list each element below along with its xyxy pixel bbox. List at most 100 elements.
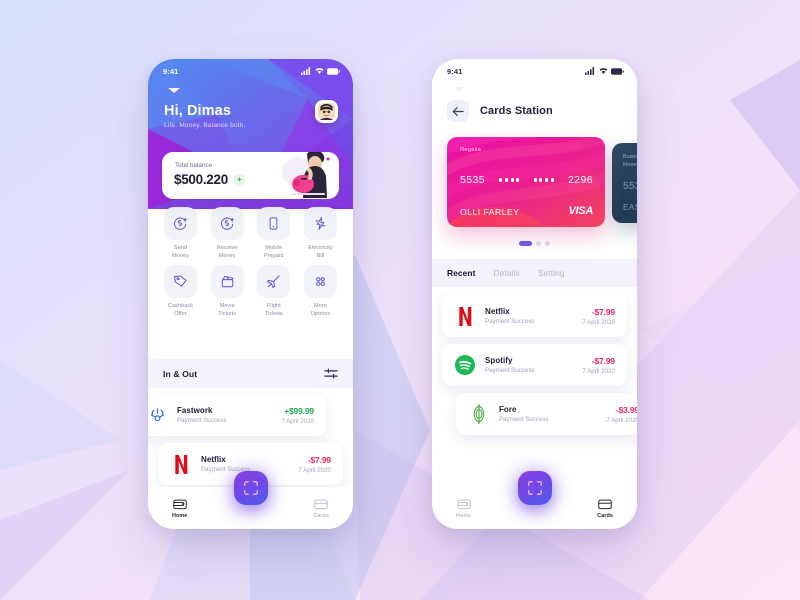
spotify-icon (454, 354, 476, 376)
pagination-dot[interactable] (536, 241, 541, 246)
pagination-dot-active[interactable] (519, 241, 532, 246)
greeting-title: Hi, Dimas (164, 103, 231, 119)
quick-action-receive-money[interactable]: Receive Money (207, 207, 248, 260)
transaction-name: Netflix (201, 455, 226, 464)
cashback-offer-icon (164, 265, 197, 299)
phone-home-screen: 9:41 Hi, Dimas Life. Money. Balance both… (148, 59, 353, 529)
quick-action-flight-tickets[interactable]: Flight Tickets (253, 265, 294, 318)
quick-action-label: Flight Tickets (264, 303, 283, 318)
nav-item-cards[interactable]: Cards (597, 498, 613, 519)
wifi-icon (599, 68, 608, 74)
quick-action-movie-tickets[interactable]: Movie Tickets (207, 265, 248, 318)
transaction-date: 7 April 2020 (281, 417, 314, 425)
wallet-icon (456, 499, 471, 509)
status-time: 9:41 (447, 66, 463, 76)
quick-action-cashback-offer[interactable]: Cashback Offer (160, 265, 201, 318)
in-and-out-section-header: In & Out (148, 359, 353, 388)
piggy-bank-illustration (282, 152, 330, 198)
credit-card-secondary[interactable]: BusinessMoneyBack 5535 EASTON (612, 143, 637, 223)
mobile-prepaid-icon (257, 207, 291, 240)
transaction-status: Payment Success (485, 367, 535, 374)
quick-action-send-money[interactable]: Send Money (160, 207, 201, 260)
battery-icon (611, 67, 624, 75)
table-row[interactable]: Fore Payment Success -$3.99 7 April 2020 (456, 393, 637, 435)
status-bar: 9:41 (148, 59, 353, 79)
background-decoration (0, 0, 800, 600)
quick-actions-row-2: Cashback Offer Movie Tickets Flight Tick… (160, 265, 341, 318)
cards-page-header: Cards Station (447, 100, 553, 122)
table-row[interactable]: Fastwork Payment Success +$99.99 7 April… (148, 394, 326, 436)
card-icon (314, 499, 328, 509)
transaction-status: Payment Success (499, 416, 549, 423)
scan-fab-button[interactable] (233, 471, 268, 505)
card-holder: OLLI FARLEY (460, 207, 520, 217)
nav-item-home[interactable]: Home (456, 498, 471, 519)
pagination-dot[interactable] (545, 241, 550, 246)
quick-action-more-options[interactable]: More Options (300, 265, 341, 318)
nav-item-home[interactable]: Home (172, 498, 187, 519)
section-notch (168, 88, 180, 93)
scan-icon (527, 481, 542, 495)
credit-card-primary[interactable]: Regalia 5535 2296 OLLI FARLEY VISA (447, 137, 605, 227)
wallet-icon (172, 499, 187, 509)
quick-actions-row-1: Send Money Receive Money Mobile Prepaid … (160, 207, 341, 260)
filter-sliders-icon[interactable] (324, 368, 338, 379)
wifi-icon (315, 68, 324, 74)
transaction-amount: -$3.99 (615, 404, 637, 415)
transaction-amount: -$7.99 (307, 454, 331, 465)
phone-cards-screen: 9:41 Cards Station Busin Mone 55 EA Rega… (432, 59, 637, 529)
cellular-icon (301, 67, 311, 75)
fastwork-icon (148, 404, 168, 426)
balance-label: Total balance (175, 162, 213, 169)
battery-icon (327, 67, 340, 75)
avatar-icon (318, 103, 335, 120)
quick-action-label: Mobile Prepaid (263, 245, 284, 260)
card-holder: EASTON (623, 203, 637, 212)
add-money-button[interactable]: + (233, 174, 245, 185)
tab-recent[interactable]: Recent (447, 268, 476, 278)
scan-icon (243, 481, 258, 495)
table-row[interactable]: Spotify Payment Success -$7.99 7 April 2… (442, 344, 627, 386)
hero-text-block: Hi, Dimas Life. Money. Balance both. (164, 103, 246, 129)
quick-action-mobile-prepaid[interactable]: Mobile Prepaid (253, 207, 294, 260)
tab-notch (453, 87, 465, 92)
quick-action-label: Movie Tickets (218, 303, 237, 318)
fore-coffee-icon (468, 403, 490, 425)
quick-action-label: Electricity Bill (308, 245, 333, 260)
arrow-left-icon (452, 106, 464, 116)
back-button[interactable] (447, 100, 469, 122)
transaction-name: Fore (499, 405, 517, 414)
table-row[interactable]: Netflix Payment Success -$7.99 7 April 2… (442, 295, 627, 337)
flight-tickets-icon (257, 265, 291, 299)
total-balance-card[interactable]: Total balance $500.220 + (162, 152, 339, 199)
electricity-bill-icon (303, 207, 337, 240)
transaction-name: Fastwork (177, 406, 213, 415)
status-bar: 9:41 (432, 59, 637, 79)
transaction-amount: -$7.99 (591, 306, 615, 317)
card-number: 5535 2296 (460, 174, 593, 186)
tab-setting[interactable]: Setting (538, 268, 565, 278)
transaction-date: 7 April 2020 (582, 367, 615, 375)
balance-amount: $500.220 (174, 172, 228, 187)
movie-tickets-icon (210, 265, 244, 299)
tab-details[interactable]: Details (494, 268, 520, 278)
transaction-date: 7 April 2020 (582, 318, 615, 326)
scan-fab-button[interactable] (517, 471, 552, 505)
transaction-status: Payment Success (177, 417, 227, 424)
card-number-masked-group-1 (499, 178, 520, 182)
transaction-status: Payment Success (485, 318, 535, 325)
nav-item-cards[interactable]: Cards (313, 498, 329, 519)
avatar[interactable] (315, 100, 338, 123)
carousel-pagination (432, 241, 637, 246)
greeting-tagline: Life. Money. Balance both. (164, 122, 246, 129)
netflix-icon (170, 453, 192, 475)
card-carousel: BusinessMoneyBack 5535 EASTON (432, 137, 637, 235)
cellular-icon (585, 67, 595, 75)
quick-action-electricity-bill[interactable]: Electricity Bill (300, 207, 341, 260)
card-number-masked-group-2 (533, 178, 554, 182)
transaction-name: Spotify (485, 356, 513, 365)
quick-action-label: Cashback Offer (167, 303, 194, 318)
nav-label: Home (172, 512, 188, 519)
status-time: 9:41 (163, 66, 179, 76)
more-options-icon (303, 265, 337, 299)
